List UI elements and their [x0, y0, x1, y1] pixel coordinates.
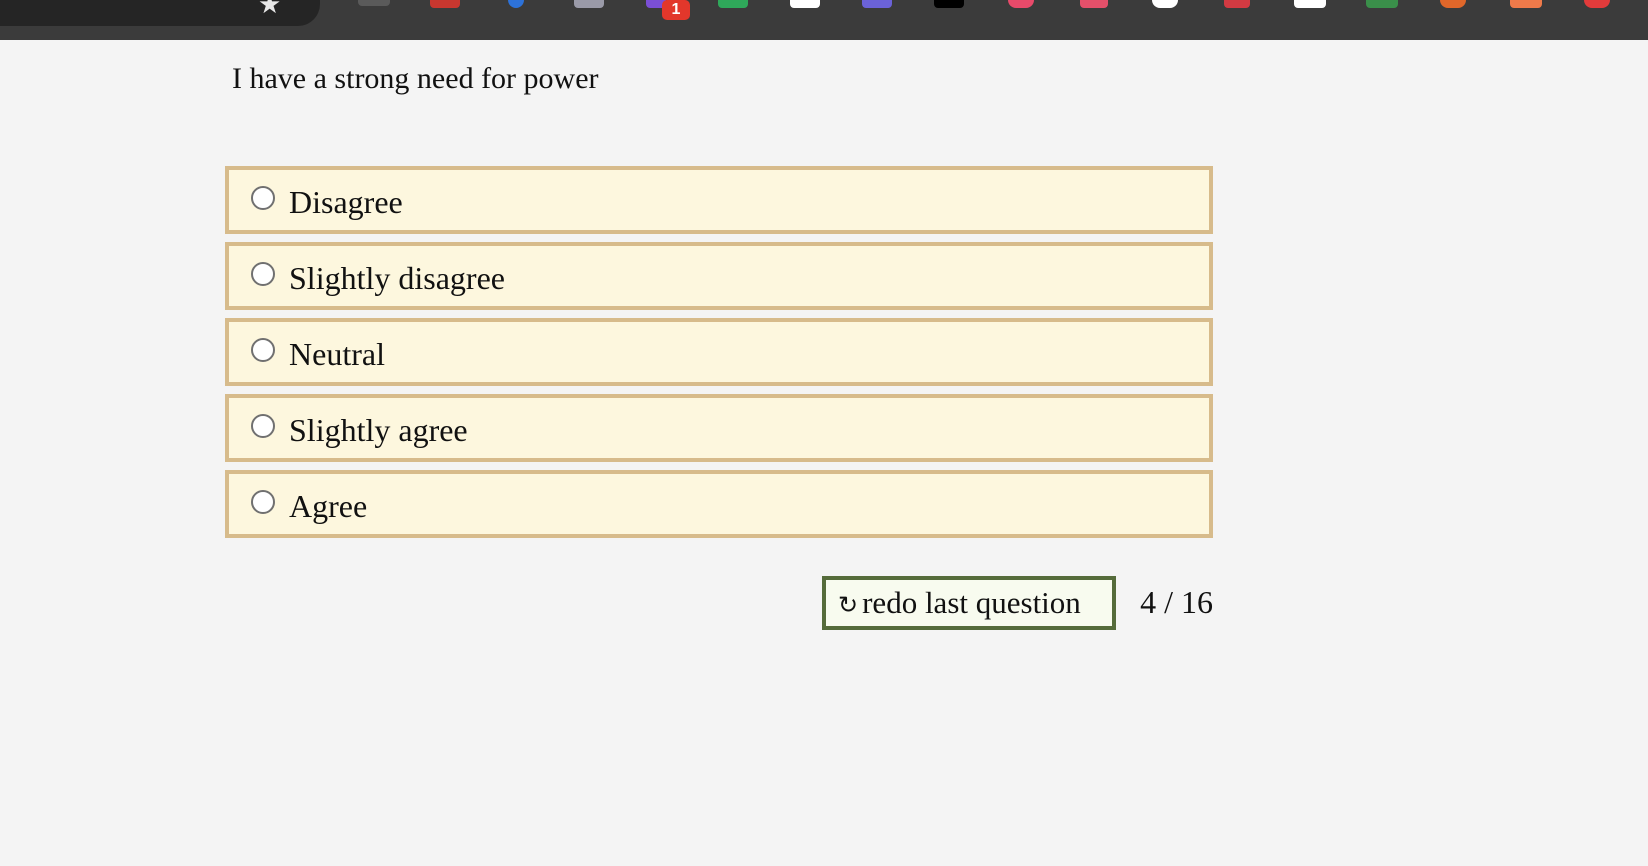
radio-button[interactable] [251, 338, 275, 362]
ext-icon-2[interactable] [430, 0, 460, 8]
question-text: I have a strong need for power [232, 62, 599, 95]
option-label: Neutral [289, 336, 385, 372]
redo-last-question-button[interactable]: ↻ redo last question [822, 576, 1116, 630]
ext-icon-14[interactable] [1294, 0, 1326, 8]
option-label: Slightly agree [289, 412, 468, 448]
ext-icon-3[interactable] [508, 0, 524, 8]
ext-icon-13[interactable] [1224, 0, 1250, 8]
redo-icon: ↻ [838, 591, 859, 619]
ext-icon-9[interactable] [934, 0, 964, 8]
bookmark-star-icon[interactable]: ★ [258, 0, 281, 18]
page-content: I have a strong need for power Disagree … [0, 40, 1648, 866]
option-label: Slightly disagree [289, 260, 505, 296]
ext-icon-15[interactable] [1366, 0, 1398, 8]
ext-icon-7[interactable] [790, 0, 820, 8]
radio-button[interactable] [251, 414, 275, 438]
ext-icon-16[interactable] [1440, 0, 1466, 8]
redo-button-label: redo last question [862, 585, 1081, 620]
ext-icon-12[interactable] [1152, 0, 1178, 8]
answer-options: Disagree Slightly disagree Neutral Sligh… [225, 166, 1213, 546]
option-label: Agree [289, 488, 368, 524]
ext-icon-6[interactable] [718, 0, 748, 8]
option-slightly-disagree[interactable]: Slightly disagree [225, 242, 1213, 310]
option-agree[interactable]: Agree [225, 470, 1213, 538]
option-neutral[interactable]: Neutral [225, 318, 1213, 386]
browser-toolbar: ★ 1 [0, 0, 1648, 40]
option-disagree[interactable]: Disagree [225, 166, 1213, 234]
ext-icon-8[interactable] [862, 0, 892, 8]
ext-icon-4[interactable] [574, 0, 604, 8]
ext-icon-11[interactable] [1080, 0, 1108, 8]
progress-counter: 4 / 16 [1140, 584, 1213, 620]
radio-button[interactable] [251, 490, 275, 514]
radio-button[interactable] [251, 186, 275, 210]
ext-icon-17[interactable] [1510, 0, 1542, 8]
notification-badge: 1 [662, 0, 690, 20]
ext-icon-18[interactable] [1584, 0, 1610, 8]
option-slightly-agree[interactable]: Slightly agree [225, 394, 1213, 462]
ext-icon-10[interactable] [1008, 0, 1034, 8]
ext-icon-1[interactable] [358, 0, 390, 6]
option-label: Disagree [289, 184, 403, 220]
radio-button[interactable] [251, 262, 275, 286]
quiz-footer: ↻ redo last question 4 / 16 [822, 576, 1213, 630]
